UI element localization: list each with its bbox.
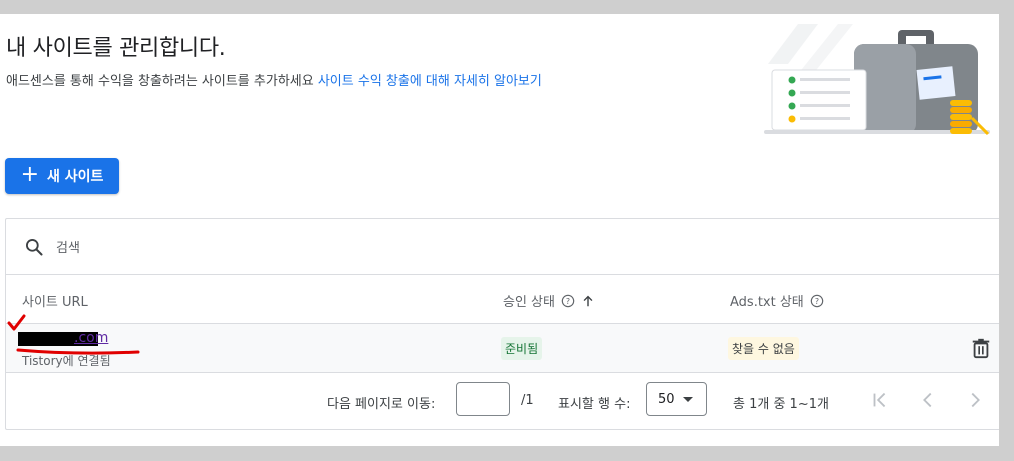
help-icon[interactable]: ? [561, 294, 575, 308]
rows-per-page-label: 표시할 행 수: [558, 397, 631, 412]
trash-icon[interactable] [970, 337, 992, 359]
learn-more-link[interactable]: 사이트 수익 창출에 대해 자세히 알아보기 [318, 74, 542, 89]
pagination-bar: 다음 페이지로 이동: /1 표시할 행 수: 50 총 1개 중 1~1개 [6, 373, 999, 428]
svg-text:?: ? [815, 297, 819, 306]
underline-annotation [16, 348, 140, 355]
new-site-button[interactable]: + 새 사이트 [5, 158, 119, 194]
column-approval-status[interactable]: 승인 상태 ? [503, 291, 595, 310]
search-bar [6, 219, 999, 275]
sites-page: 내 사이트를 관리합니다. 애드센스를 통해 수익을 창출하려는 사이트를 추가… [0, 14, 999, 446]
page-number-input[interactable] [456, 382, 510, 416]
table-header: 사이트 URL 승인 상태 ? Ads.txt 상태 ? [6, 275, 999, 324]
rows-per-page-value: 50 [658, 391, 675, 407]
site-url-link[interactable]: .com [74, 330, 108, 346]
page-description: 애드센스를 통해 수익을 창출하려는 사이트를 추가하세요 사이트 수익 창출에… [6, 70, 542, 89]
rows-per-page-select[interactable]: 50 [646, 382, 707, 416]
range-text: 총 1개 중 1~1개 [733, 397, 829, 412]
page-title: 내 사이트를 관리합니다. [6, 36, 226, 61]
svg-text:?: ? [566, 297, 570, 306]
help-icon[interactable]: ? [810, 294, 824, 308]
checkmark-annotation-icon [7, 314, 26, 331]
ads-txt-status-badge: 찾을 수 없음 [728, 337, 799, 360]
previous-page-icon[interactable] [917, 389, 939, 411]
goto-page-label: 다음 페이지로 이동: [327, 397, 436, 412]
search-input[interactable] [54, 233, 458, 263]
sites-illustration [764, 24, 990, 136]
column-site-url-label: 사이트 URL [22, 295, 88, 310]
sort-arrow-up-icon[interactable] [581, 294, 595, 308]
column-ads-txt-status[interactable]: Ads.txt 상태 ? [730, 291, 824, 310]
column-approval-status-label: 승인 상태 [503, 295, 555, 310]
approval-status-badge: 준비됨 [501, 337, 543, 360]
column-ads-txt-label: Ads.txt 상태 [730, 295, 804, 310]
first-page-icon[interactable] [869, 389, 891, 411]
next-page-icon[interactable] [964, 389, 986, 411]
page-total: /1 [521, 393, 534, 408]
plus-icon: + [20, 162, 40, 187]
description-text: 애드센스를 통해 수익을 창출하려는 사이트를 추가하세요 [6, 74, 314, 89]
sites-table: 사이트 URL 승인 상태 ? Ads.txt 상태 ? [5, 218, 999, 430]
new-site-label: 새 사이트 [47, 169, 104, 185]
column-site-url[interactable]: 사이트 URL [22, 291, 88, 310]
search-icon[interactable] [24, 237, 44, 257]
table-row[interactable]: .com Tistory에 연결됨 준비됨 찾을 수 없음 [6, 314, 999, 373]
caret-down-icon [682, 396, 693, 402]
